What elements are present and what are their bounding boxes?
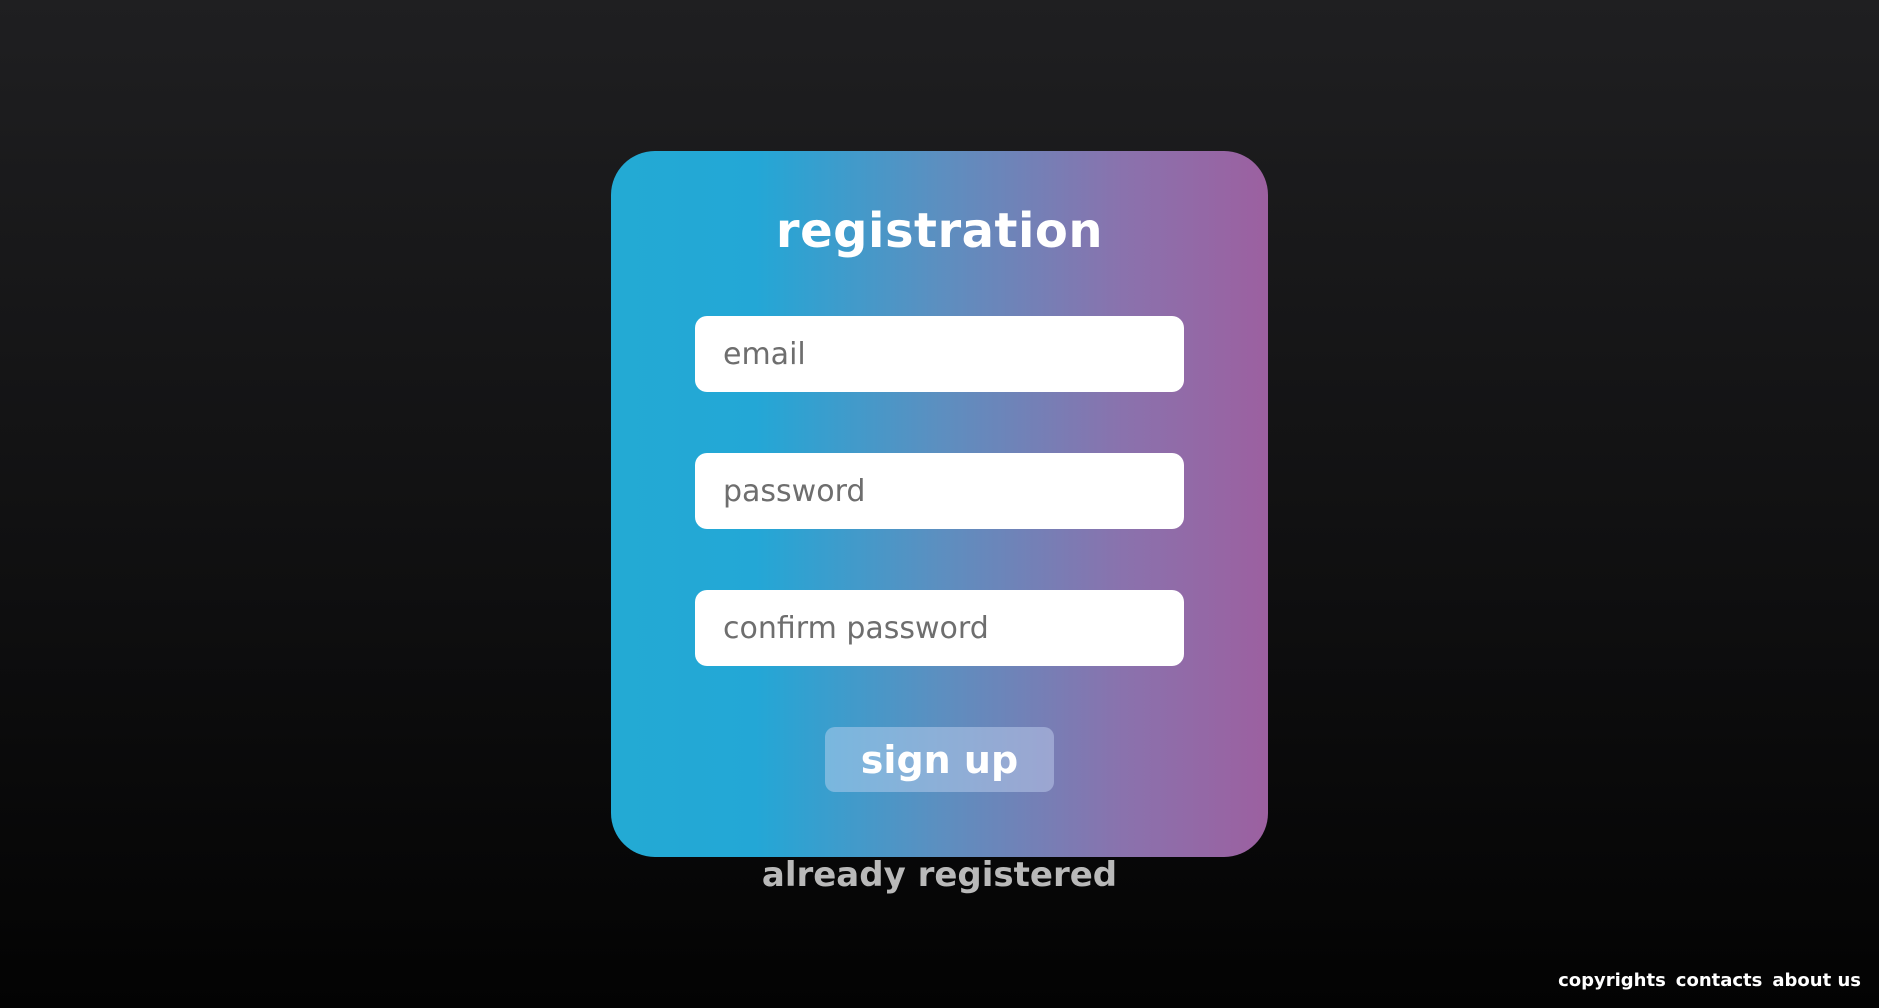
footer-links: copyrights contacts about us [1558,970,1861,991]
confirm-password-field[interactable] [695,590,1184,666]
page-title: registration [775,203,1104,259]
footer-link-copyrights[interactable]: copyrights [1558,970,1666,991]
registration-card: registration sign up [611,151,1268,857]
password-field[interactable] [695,453,1184,529]
sign-up-button[interactable]: sign up [825,727,1054,792]
already-registered-link[interactable]: already registered [611,855,1268,895]
footer-link-contacts[interactable]: contacts [1676,970,1763,991]
email-field[interactable] [695,316,1184,392]
footer-link-about-us[interactable]: about us [1772,970,1861,991]
